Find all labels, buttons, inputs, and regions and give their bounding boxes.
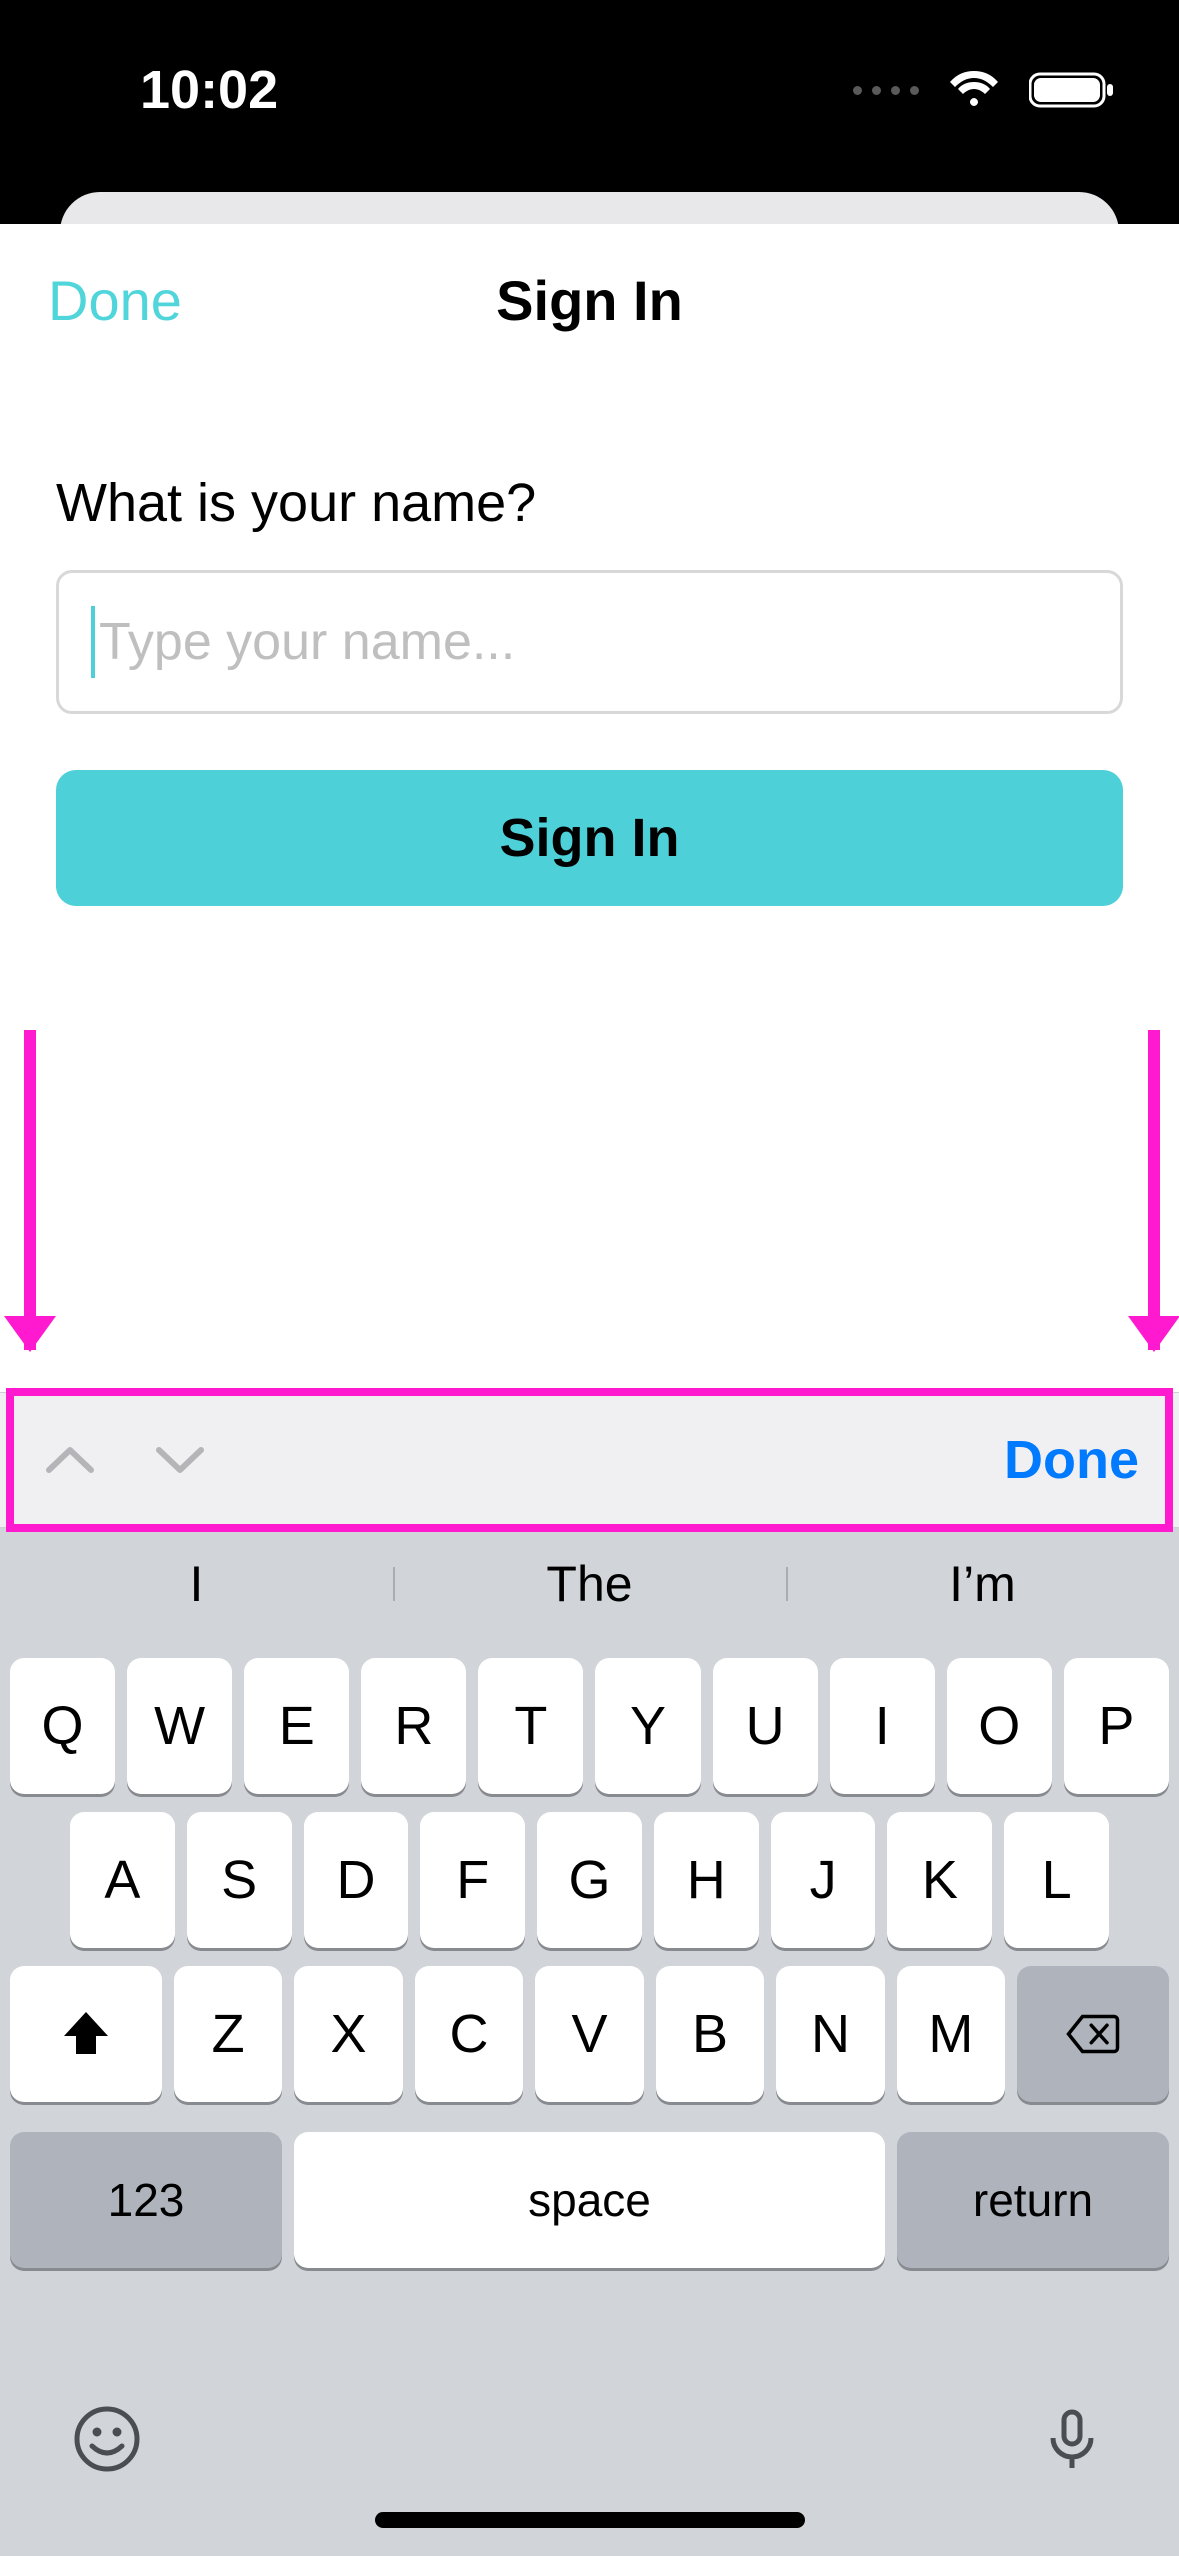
key-y[interactable]: Y: [595, 1658, 700, 1794]
key-w[interactable]: W: [127, 1658, 232, 1794]
key-p[interactable]: P: [1064, 1658, 1169, 1794]
key-j[interactable]: J: [771, 1812, 876, 1948]
name-input[interactable]: [97, 611, 1088, 673]
backspace-key[interactable]: [1017, 1966, 1169, 2102]
key-m[interactable]: M: [897, 1966, 1005, 2102]
wifi-icon: [947, 70, 1001, 110]
key-i[interactable]: I: [830, 1658, 935, 1794]
dictation-button[interactable]: [1037, 2404, 1107, 2474]
key-e[interactable]: E: [244, 1658, 349, 1794]
key-row-1: Q W E R T Y U I O P: [0, 1658, 1179, 1794]
backspace-icon: [1065, 2006, 1121, 2062]
home-indicator[interactable]: [375, 2512, 805, 2528]
keyboard: I The I’m Q W E R T Y U I O P A S D F G …: [0, 1528, 1179, 2556]
signin-button[interactable]: Sign In: [56, 770, 1123, 906]
key-a[interactable]: A: [70, 1812, 175, 1948]
chevron-up-icon: [45, 1444, 95, 1476]
return-key[interactable]: return: [897, 2132, 1169, 2268]
done-button[interactable]: Done: [48, 268, 182, 333]
status-bar: 10:02: [0, 0, 1179, 180]
status-right: [853, 70, 1115, 110]
emoji-button[interactable]: [72, 2404, 142, 2474]
key-k[interactable]: K: [887, 1812, 992, 1948]
key-l[interactable]: L: [1004, 1812, 1109, 1948]
key-s[interactable]: S: [187, 1812, 292, 1948]
key-c[interactable]: C: [415, 1966, 523, 2102]
keyboard-done-button[interactable]: Done: [1004, 1429, 1139, 1491]
chevron-down-icon: [155, 1444, 205, 1476]
shift-icon: [58, 2006, 114, 2062]
key-row-3: Z X C V B N M: [0, 1966, 1179, 2102]
battery-icon: [1029, 70, 1115, 110]
space-key[interactable]: space: [294, 2132, 885, 2268]
text-caret: [91, 606, 95, 678]
suggestion-3[interactable]: I’m: [786, 1555, 1179, 1613]
key-g[interactable]: G: [537, 1812, 642, 1948]
numbers-key[interactable]: 123: [10, 2132, 282, 2268]
key-n[interactable]: N: [776, 1966, 884, 2102]
annotation-arrow-right: [1148, 1030, 1160, 1350]
key-r[interactable]: R: [361, 1658, 466, 1794]
key-row-2: A S D F G H J K L: [0, 1812, 1179, 1948]
suggestion-bar: I The I’m: [0, 1528, 1179, 1640]
key-t[interactable]: T: [478, 1658, 583, 1794]
suggestion-2[interactable]: The: [393, 1555, 786, 1613]
annotation-arrow-left: [24, 1030, 36, 1350]
key-z[interactable]: Z: [174, 1966, 282, 2102]
key-h[interactable]: H: [654, 1812, 759, 1948]
name-prompt-label: What is your name?: [56, 472, 1123, 534]
key-v[interactable]: V: [535, 1966, 643, 2102]
key-o[interactable]: O: [947, 1658, 1052, 1794]
key-b[interactable]: B: [656, 1966, 764, 2102]
keyboard-footer: [0, 2376, 1179, 2556]
name-input-container[interactable]: [56, 570, 1123, 714]
prev-field-button[interactable]: [40, 1430, 100, 1490]
content: What is your name? Sign In: [0, 376, 1179, 906]
key-q[interactable]: Q: [10, 1658, 115, 1794]
key-row-4: 123 space return: [0, 2120, 1179, 2268]
key-f[interactable]: F: [420, 1812, 525, 1948]
status-time: 10:02: [140, 59, 278, 121]
keyboard-accessory-bar: Done: [0, 1392, 1179, 1528]
emoji-icon: [72, 2404, 142, 2474]
pagination-dots-icon: [853, 86, 919, 95]
key-x[interactable]: X: [294, 1966, 402, 2102]
shift-key[interactable]: [10, 1966, 162, 2102]
key-d[interactable]: D: [304, 1812, 409, 1948]
page-title: Sign In: [496, 268, 683, 333]
next-field-button[interactable]: [150, 1430, 210, 1490]
microphone-icon: [1037, 2404, 1107, 2474]
suggestion-1[interactable]: I: [0, 1555, 393, 1613]
key-u[interactable]: U: [713, 1658, 818, 1794]
nav-bar: Done Sign In: [0, 224, 1179, 376]
